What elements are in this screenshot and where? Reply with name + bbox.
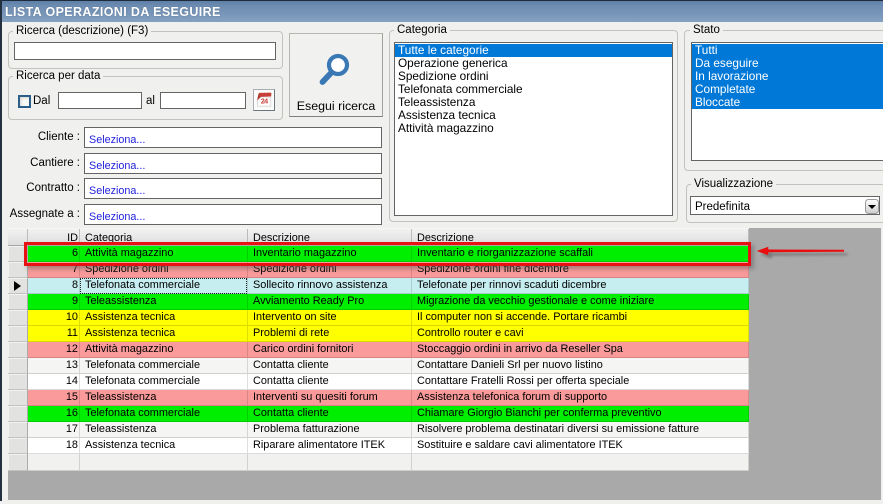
svg-text:24: 24 [261, 97, 268, 106]
